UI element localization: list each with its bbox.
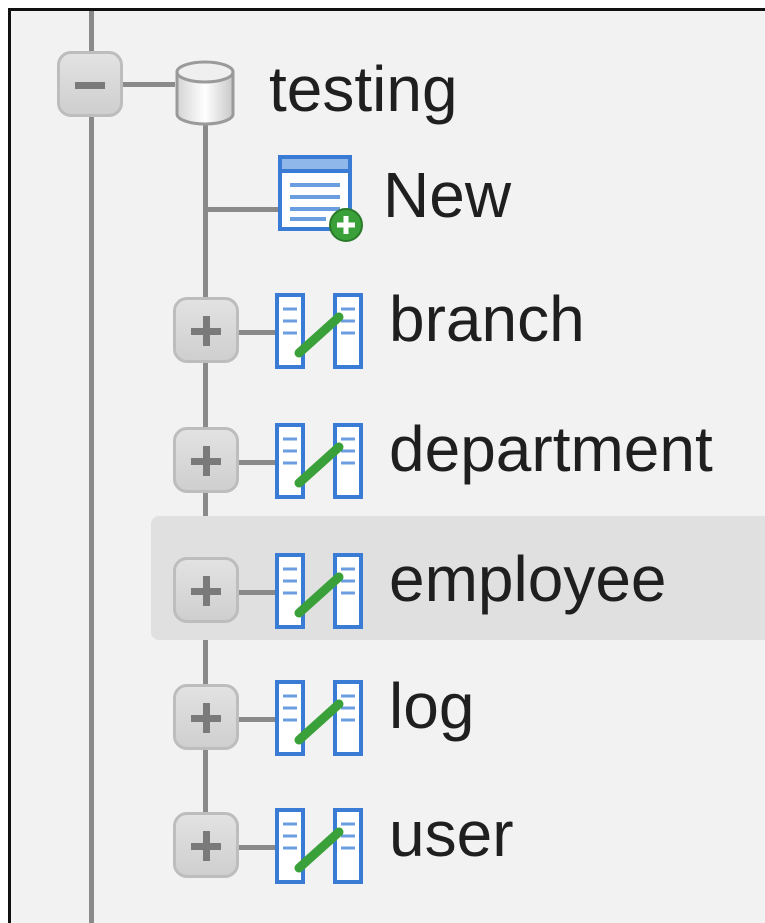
expand-log-button[interactable]	[173, 684, 239, 750]
tree-line-department-connector	[235, 460, 275, 465]
expand-employee-button[interactable]	[173, 557, 239, 623]
new-table-icon[interactable]	[276, 153, 366, 243]
tree-line-db-connector	[123, 82, 175, 87]
plus-icon-v	[203, 576, 210, 606]
table-name-user[interactable]: user	[389, 802, 514, 866]
database-icon	[175, 60, 235, 126]
tree-line-branch-connector	[235, 330, 275, 335]
expand-department-button[interactable]	[173, 427, 239, 493]
table-name-branch[interactable]: branch	[389, 287, 585, 351]
table-name-employee[interactable]: employee	[389, 547, 667, 611]
tree-line-new-connector	[203, 207, 283, 212]
plus-icon-v	[203, 703, 210, 733]
tree-line-employee-connector	[235, 590, 275, 595]
table-name-log[interactable]: log	[389, 674, 474, 738]
plus-icon-v	[203, 831, 210, 861]
table-name-department[interactable]: department	[389, 417, 713, 481]
navigation-tree-panel: testing New branch department employee l…	[8, 8, 765, 923]
plus-icon-v	[203, 316, 210, 346]
minus-icon	[75, 82, 105, 89]
table-icon[interactable]	[273, 806, 365, 886]
database-name-testing[interactable]: testing	[269, 57, 458, 121]
table-icon[interactable]	[273, 678, 365, 758]
tree-line-log-connector	[235, 717, 275, 722]
expand-user-button[interactable]	[173, 812, 239, 878]
table-icon[interactable]	[273, 291, 365, 371]
table-icon[interactable]	[273, 551, 365, 631]
plus-icon-v	[203, 446, 210, 476]
expand-branch-button[interactable]	[173, 297, 239, 363]
tree-line-root	[89, 11, 94, 923]
table-icon[interactable]	[273, 421, 365, 501]
tree-line-user-connector	[235, 845, 275, 850]
collapse-database-button[interactable]	[57, 51, 123, 117]
new-table-link[interactable]: New	[383, 163, 511, 227]
